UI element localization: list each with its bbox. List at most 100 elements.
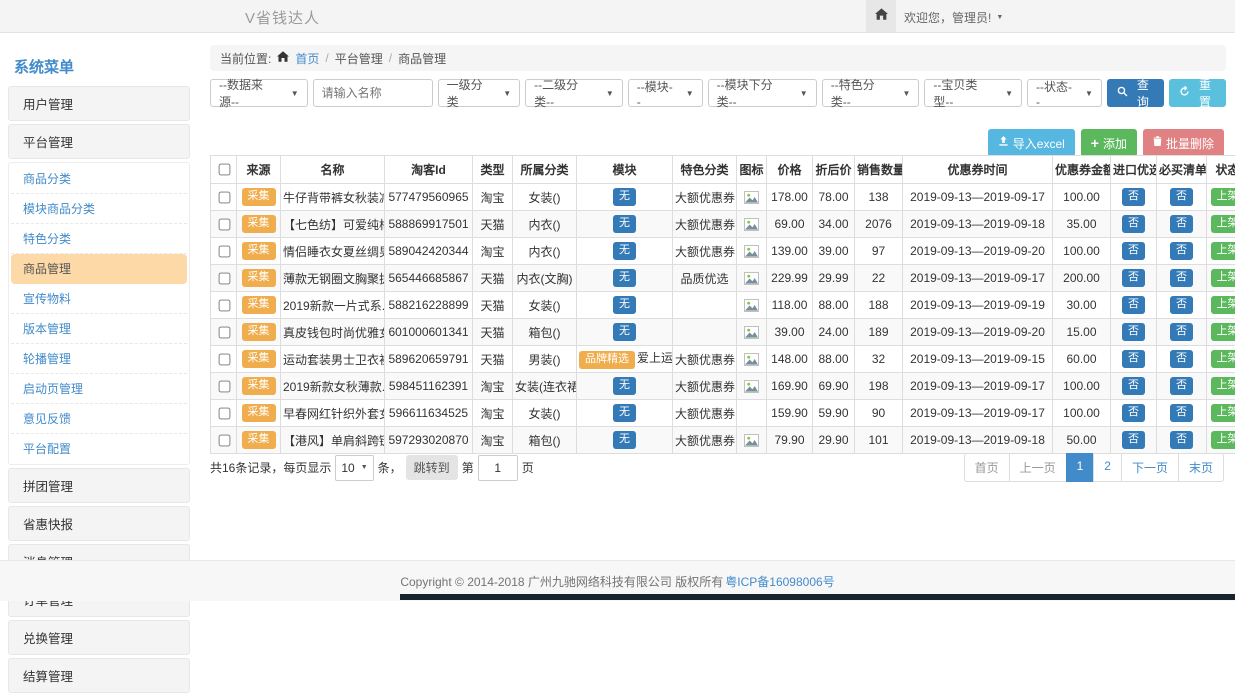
user-menu[interactable]: 欢迎您，管理员! ▼	[904, 9, 1003, 26]
must-buy-badge[interactable]: 否	[1170, 377, 1193, 394]
page-size-select[interactable]: 10 ▼	[335, 455, 373, 481]
filter-select[interactable]: --宝贝类型--▼	[924, 79, 1022, 107]
batch-delete-button[interactable]: 批量删除	[1143, 129, 1224, 157]
must-buy-badge[interactable]: 否	[1170, 296, 1193, 313]
breadcrumb-item[interactable]: 平台管理	[335, 50, 383, 67]
taoke-id: 577479560965	[385, 184, 473, 211]
sidebar-subitem[interactable]: 特色分类	[11, 224, 187, 254]
row-checkbox[interactable]	[218, 353, 230, 365]
page-button[interactable]: 上一页	[1009, 453, 1067, 482]
filter-select[interactable]: --二级分类--▼	[525, 79, 623, 107]
sidebar-group[interactable]: 用户管理	[8, 86, 190, 121]
sidebar-group[interactable]: 结算管理	[8, 658, 190, 693]
search-button[interactable]: 查询	[1107, 79, 1164, 107]
status-badge[interactable]: 上架	[1211, 350, 1235, 367]
status-badge[interactable]: 上架	[1211, 323, 1235, 340]
must-buy-badge[interactable]: 否	[1170, 242, 1193, 259]
page-button[interactable]: 1	[1066, 453, 1095, 482]
must-buy-badge[interactable]: 否	[1170, 404, 1193, 421]
page-button[interactable]: 首页	[964, 453, 1010, 482]
import-select-badge[interactable]: 否	[1122, 296, 1145, 313]
source-cell: 采集	[237, 373, 281, 400]
table-row: 采集早春网红针织外套女春...596611634525淘宝女装()无大额优惠券1…	[211, 400, 1235, 427]
import-select-badge[interactable]: 否	[1122, 215, 1145, 232]
sidebar-group[interactable]: 兑换管理	[8, 620, 190, 655]
breadcrumb-home-link[interactable]: 首页	[295, 50, 319, 67]
filter-select[interactable]: --模块--▼	[628, 79, 703, 107]
filter-select[interactable]: 一级分类▼	[438, 79, 520, 107]
must-buy-badge[interactable]: 否	[1170, 188, 1193, 205]
page-button[interactable]: 下一页	[1121, 453, 1179, 482]
must-buy-badge[interactable]: 否	[1170, 323, 1193, 340]
import-select-badge[interactable]: 否	[1122, 377, 1145, 394]
page-button[interactable]: 末页	[1178, 453, 1224, 482]
status-badge[interactable]: 上架	[1211, 431, 1235, 448]
search-icon	[1117, 86, 1128, 100]
row-checkbox[interactable]	[218, 326, 230, 338]
import-select-badge[interactable]: 否	[1122, 323, 1145, 340]
status-badge[interactable]: 上架	[1211, 377, 1235, 394]
row-select-cell	[211, 400, 237, 427]
import-select-badge[interactable]: 否	[1122, 350, 1145, 367]
sales-count: 97	[855, 238, 903, 265]
feature-category: 大额优惠券	[673, 346, 737, 373]
import-excel-button[interactable]: 导入excel	[988, 129, 1075, 157]
icp-link[interactable]: 粤ICP备16098006号	[725, 573, 834, 590]
import-select-badge[interactable]: 否	[1122, 269, 1145, 286]
name-search-input[interactable]	[313, 79, 433, 107]
sidebar-subitem[interactable]: 模块商品分类	[11, 194, 187, 224]
status-badge[interactable]: 上架	[1211, 269, 1235, 286]
product-type: 天猫	[473, 292, 513, 319]
status-badge[interactable]: 上架	[1211, 242, 1235, 259]
add-button[interactable]: + 添加	[1081, 129, 1137, 157]
row-checkbox[interactable]	[218, 218, 230, 230]
sidebar-subitem[interactable]: 宣传物料	[11, 284, 187, 314]
sidebar-group[interactable]: 省惠快报	[8, 506, 190, 541]
home-button[interactable]	[866, 0, 896, 32]
filter-select[interactable]: --模块下分类--▼	[708, 79, 817, 107]
reset-button[interactable]: 重置	[1169, 79, 1226, 107]
page-button[interactable]: 2	[1093, 453, 1122, 482]
product-image-icon	[744, 218, 759, 231]
icon-cell	[737, 346, 767, 373]
table-row: 采集【七色纺】可爱纯棉家...588869917501天猫内衣()无大额优惠券6…	[211, 211, 1235, 238]
sidebar-heading: 系统菜单	[8, 46, 190, 86]
import-select-badge[interactable]: 否	[1122, 242, 1145, 259]
filter-select[interactable]: --特色分类--▼	[822, 79, 920, 107]
sidebar-subitem[interactable]: 商品管理	[11, 254, 187, 284]
row-checkbox[interactable]	[218, 407, 230, 419]
taoke-id: 588869917501	[385, 211, 473, 238]
import-select-badge[interactable]: 否	[1122, 431, 1145, 448]
row-checkbox[interactable]	[218, 191, 230, 203]
sidebar-subitem[interactable]: 轮播管理	[11, 344, 187, 374]
must-buy-badge[interactable]: 否	[1170, 431, 1193, 448]
sidebar-subitem[interactable]: 启动页管理	[11, 374, 187, 404]
row-checkbox[interactable]	[218, 434, 230, 446]
status-badge[interactable]: 上架	[1211, 404, 1235, 421]
row-checkbox[interactable]	[218, 245, 230, 257]
jump-page-input[interactable]	[478, 455, 518, 481]
filter-select[interactable]: --数据来源--▼	[210, 79, 308, 107]
import-select-badge[interactable]: 否	[1122, 404, 1145, 421]
status-badge[interactable]: 上架	[1211, 188, 1235, 205]
row-checkbox[interactable]	[218, 299, 230, 311]
filter-select-label: --模块下分类--	[717, 76, 788, 110]
product-image-icon	[744, 191, 759, 204]
status-badge[interactable]: 上架	[1211, 296, 1235, 313]
status-badge[interactable]: 上架	[1211, 215, 1235, 232]
sidebar-group[interactable]: 平台管理	[8, 124, 190, 159]
jump-button[interactable]: 跳转到	[406, 455, 458, 480]
must-buy-badge[interactable]: 否	[1170, 269, 1193, 286]
sidebar-subitem[interactable]: 平台配置	[11, 434, 187, 463]
select-all-checkbox[interactable]	[218, 164, 230, 176]
filter-select[interactable]: --状态--▼	[1027, 79, 1102, 107]
sidebar-subitem[interactable]: 商品分类	[11, 164, 187, 194]
import-select-badge[interactable]: 否	[1122, 188, 1145, 205]
sidebar-subitem[interactable]: 版本管理	[11, 314, 187, 344]
must-buy-badge[interactable]: 否	[1170, 350, 1193, 367]
must-buy-badge[interactable]: 否	[1170, 215, 1193, 232]
sidebar-group[interactable]: 拼团管理	[8, 468, 190, 503]
row-checkbox[interactable]	[218, 380, 230, 392]
sidebar-subitem[interactable]: 意见反馈	[11, 404, 187, 434]
row-checkbox[interactable]	[218, 272, 230, 284]
